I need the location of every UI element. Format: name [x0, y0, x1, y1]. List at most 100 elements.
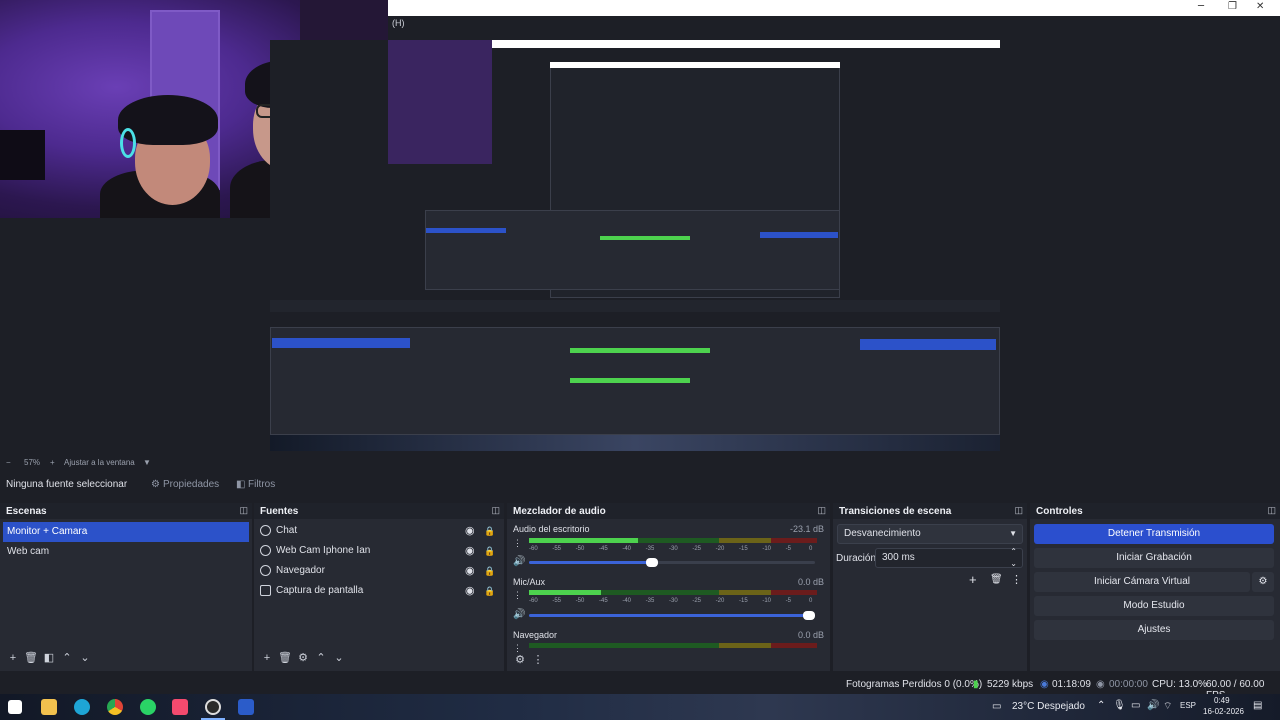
speaker-icon[interactable]: 🔊 [513, 556, 525, 567]
zoom-level[interactable]: 57% [24, 458, 40, 467]
zoom-minus-icon[interactable]: − [6, 458, 11, 467]
kebab-icon[interactable]: ⋮ [513, 590, 522, 601]
gear-icon[interactable]: ⚙ [294, 651, 312, 664]
settings-link-icon[interactable]: ⚙ [511, 653, 529, 666]
clock-date[interactable]: 16-02-2026 [1203, 707, 1244, 716]
preview-area[interactable] [0, 0, 1280, 456]
source-item[interactable]: Navegador ◉ 🔒 [258, 561, 498, 581]
undock-icon[interactable]: ◫ [1267, 505, 1276, 516]
scene-item-monitor-camara[interactable]: Monitor + Camara [3, 522, 249, 542]
arrow-down-icon[interactable]: ⌄ [76, 651, 94, 664]
lock-icon[interactable]: 🔒 [484, 541, 495, 561]
file-explorer-icon[interactable] [41, 699, 57, 715]
menu-bar: (H) [388, 16, 1280, 32]
arrow-down-icon[interactable]: ⌄ [330, 651, 348, 664]
gear-icon[interactable]: ⚙ [151, 479, 160, 490]
add-icon[interactable]: + [969, 572, 977, 587]
virtual-camera-gear-icon[interactable]: ⚙ [1252, 572, 1274, 592]
zoom-plus-icon[interactable]: + [50, 458, 55, 467]
level-meter [529, 590, 817, 595]
background-monitor [0, 130, 45, 180]
arrow-up-icon[interactable]: ⌃ [312, 651, 330, 664]
speaker-icon[interactable]: 🔊 [513, 609, 525, 620]
lock-icon[interactable]: 🔒 [484, 521, 495, 541]
language[interactable]: ESP [1180, 701, 1196, 710]
start-virtual-camera-button[interactable]: Iniciar Cámara Virtual [1034, 572, 1250, 592]
trash-icon[interactable]: 🗑 [276, 651, 294, 664]
capture-meter-2 [570, 378, 690, 383]
windows-taskbar: ▭ 23°C Despejado ⌃ 🎙 ▭ 🔊 ⌔ ESP 0:49 16-0… [0, 694, 1280, 720]
scale-tick: -20 [715, 546, 725, 552]
volume-slider[interactable] [529, 611, 815, 620]
volume-icon[interactable]: 🔊 [1147, 700, 1159, 711]
filter-icon[interactable]: ◧ [40, 651, 58, 664]
maximize-icon[interactable]: ❐ [1228, 1, 1237, 12]
eye-icon[interactable]: ◉ [465, 581, 475, 601]
trash-icon[interactable]: 🗑 [22, 651, 40, 664]
eye-icon[interactable]: ◉ [465, 561, 475, 581]
add-icon[interactable]: + [4, 652, 22, 664]
notifications-icon[interactable]: ▤ [1253, 700, 1262, 711]
slider-knob[interactable] [645, 558, 658, 567]
source-item[interactable]: Web Cam Iphone Ian ◉ 🔒 [258, 541, 498, 561]
transition-select[interactable]: Desvanecimiento ▼ [837, 524, 1023, 544]
undock-icon[interactable]: ◫ [817, 505, 826, 516]
nested-control-primary [760, 232, 838, 238]
filters-button[interactable]: Filtros [248, 479, 275, 490]
studio-mode-button[interactable]: Modo Estudio [1034, 596, 1274, 616]
properties-button[interactable]: Propiedades [163, 479, 219, 490]
close-icon[interactable]: ✕ [1256, 1, 1264, 12]
minimize-icon[interactable]: ─ [1198, 1, 1204, 12]
stop-stream-button[interactable]: Detener Transmisión [1034, 524, 1274, 544]
kebab-icon[interactable]: ⋮ [529, 653, 547, 666]
kebab-icon[interactable]: ⋮ [513, 538, 522, 549]
zoom-fit[interactable]: Ajustar a la ventana [64, 458, 135, 467]
menu-help[interactable]: (H) [392, 18, 405, 28]
start-recording-button[interactable]: Iniciar Grabación [1034, 548, 1274, 568]
kebab-icon[interactable]: ⋮ [1011, 573, 1022, 586]
controls-dock: Controles ◫ Detener Transmisión Iniciar G… [1030, 503, 1280, 671]
chevron-up-icon[interactable]: ⌃ [1097, 700, 1105, 711]
edge-icon[interactable] [74, 699, 90, 715]
slider-knob[interactable] [803, 611, 815, 620]
weather-icon[interactable]: ▭ [992, 701, 1001, 712]
trash-icon[interactable]: 🗑 [990, 574, 1003, 585]
undock-icon[interactable]: ◫ [239, 505, 248, 516]
source-label: Chat [276, 525, 298, 536]
sources-dock: Fuentes ◫ Chat ◉ 🔒 Web Cam Iphone Ian ◉ 🔒 N… [254, 503, 504, 671]
source-item[interactable]: Captura de pantalla ◉ 🔒 [258, 581, 498, 601]
clock-time[interactable]: 0:49 [1214, 696, 1230, 705]
duration-spinbox[interactable]: 300 ms ⌃ ⌄ [875, 546, 1023, 570]
eye-icon[interactable]: ◉ [465, 541, 475, 561]
battery-icon[interactable]: ▭ [1131, 700, 1140, 711]
whatsapp-icon[interactable] [140, 699, 156, 715]
settings-button[interactable]: Ajustes [1034, 620, 1274, 640]
chrome-icon[interactable] [107, 699, 123, 715]
windows-start-icon[interactable] [8, 700, 22, 714]
obs-icon[interactable] [205, 699, 221, 715]
lock-icon[interactable]: 🔒 [484, 581, 495, 601]
itunes-icon[interactable] [172, 699, 188, 715]
capture-titlebar [490, 40, 1000, 48]
bitrate: 5229 kbps [987, 679, 1034, 690]
spin-arrows-icon[interactable]: ⌃ ⌄ [1010, 546, 1017, 570]
word-icon[interactable] [238, 699, 254, 715]
microphone-icon[interactable]: 🎙 [1113, 700, 1126, 711]
sources-title: Fuentes [260, 506, 299, 517]
chevron-down-icon: ▼ [1009, 529, 1017, 538]
undock-icon[interactable]: ◫ [1014, 505, 1023, 516]
volume-slider[interactable] [529, 558, 815, 567]
source-item[interactable]: Chat ◉ 🔒 [258, 521, 498, 541]
network-icon[interactable]: ⌔ [1163, 700, 1172, 713]
arrow-up-icon[interactable]: ⌃ [58, 651, 76, 664]
chevron-down-icon[interactable]: ▼ [143, 458, 151, 467]
scene-item-web-cam[interactable]: Web cam [3, 542, 249, 562]
headphone-light [120, 128, 136, 158]
undock-icon[interactable]: ◫ [491, 505, 500, 516]
scale-tick: -40 [622, 546, 631, 552]
filter-icon[interactable]: ◧ [236, 479, 245, 490]
add-icon[interactable]: + [258, 652, 276, 664]
lock-icon[interactable]: 🔒 [484, 561, 495, 581]
weather[interactable]: 23°C Despejado [1012, 701, 1085, 712]
eye-icon[interactable]: ◉ [465, 521, 475, 541]
